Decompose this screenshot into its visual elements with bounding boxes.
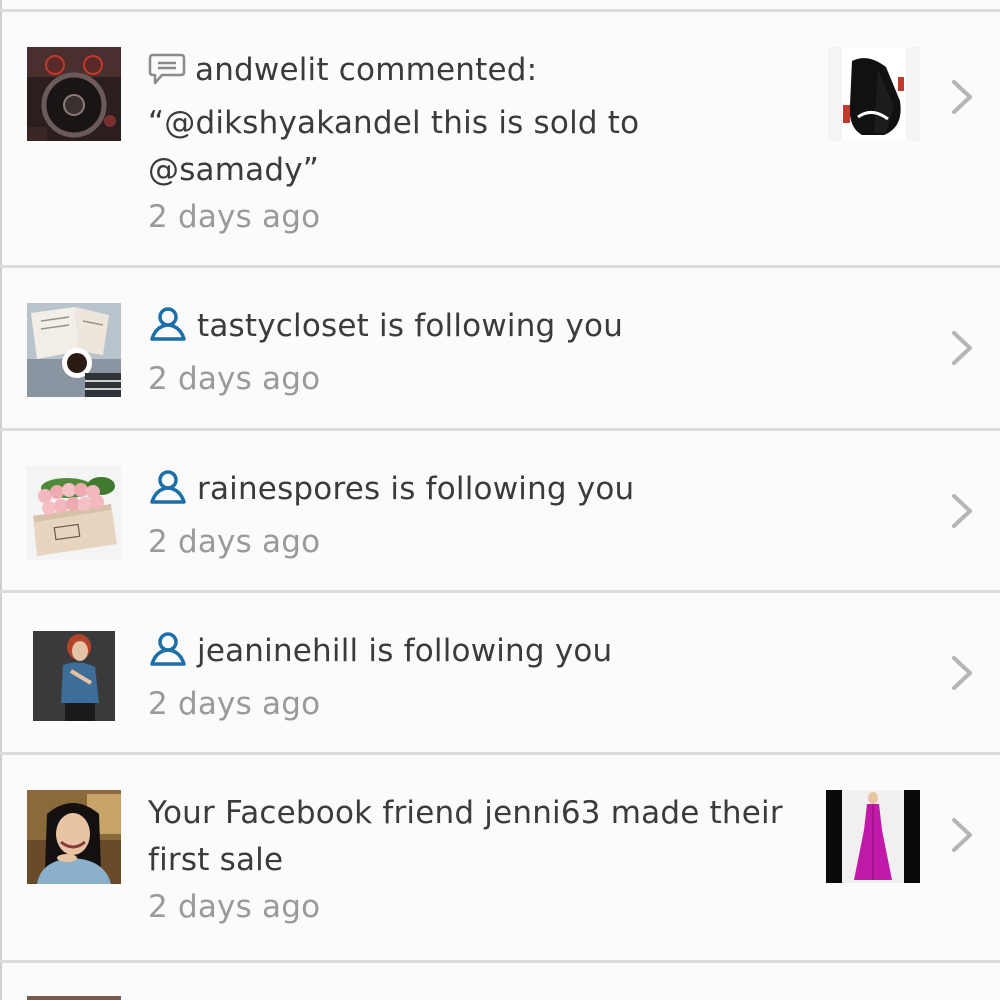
chevron-right-icon[interactable] [946, 653, 976, 693]
notification-text: andwelit commented: “@dikshyakandel this… [148, 47, 639, 241]
avatar[interactable] [33, 631, 115, 721]
follow-text: tastycloset is following you [197, 308, 624, 344]
sale-text-line: Your Facebook friend jenni63 made their [148, 795, 783, 831]
notification-line-1: jeaninehill is following you [148, 628, 612, 681]
chevron-right-icon[interactable] [946, 815, 976, 855]
comment-body-line: “@dikshyakandel this is sold to [148, 105, 640, 141]
follow-text: rainespores is following you [197, 471, 635, 507]
notification-row-sale[interactable]: Your Facebook friend jenni63 made their … [0, 755, 1000, 960]
activity-feed: andwelit commented: “@dikshyakandel this… [0, 0, 1000, 1000]
chevron-right-icon[interactable] [946, 491, 976, 531]
avatar[interactable] [27, 466, 121, 560]
notification-row-comment[interactable]: andwelit commented: “@dikshyakandel this… [0, 12, 1000, 265]
notification-text: rainespores is following you 2 days ago [148, 466, 634, 566]
timestamp: 2 days ago [148, 686, 321, 722]
avatar[interactable] [27, 790, 121, 884]
notification-row-follow[interactable]: rainespores is following you 2 days ago [0, 431, 1000, 590]
item-thumbnail[interactable] [826, 790, 920, 883]
timestamp: 2 days ago [148, 524, 321, 560]
item-thumbnail[interactable] [828, 47, 920, 141]
chevron-right-icon[interactable] [946, 328, 976, 368]
notification-text: Your Facebook friend jenni63 made their … [148, 790, 783, 931]
comment-header-text: andwelit commented: [195, 52, 538, 88]
timestamp: 2 days ago [148, 199, 321, 235]
comment-body-line: @samady” [148, 152, 320, 188]
avatar[interactable] [27, 996, 121, 1000]
notification-row-follow[interactable]: tastycloset is following you 2 days ago [0, 268, 1000, 428]
notification-text: tastycloset is following you 2 days ago [148, 303, 623, 403]
follow-text: jeaninehill is following you [197, 633, 613, 669]
avatar[interactable] [27, 303, 121, 397]
notification-line-1: tastycloset is following you [148, 303, 623, 356]
avatar-book-coffee-image [27, 303, 121, 397]
person-follow-icon [148, 631, 188, 681]
notification-row-partial[interactable] [0, 963, 1000, 1000]
notification-line-1: andwelit commented: [148, 47, 639, 100]
avatar-woman-smiling-image [27, 790, 121, 884]
pink-dress-thumbnail-image [826, 790, 920, 883]
timestamp: 2 days ago [148, 361, 321, 397]
comment-bubble-icon [148, 52, 186, 100]
person-follow-icon [148, 469, 188, 519]
avatar-car-interior-image [27, 47, 121, 141]
avatar-woman-portrait-image [33, 631, 115, 721]
notification-row-follow[interactable]: jeaninehill is following you 2 days ago [0, 593, 1000, 752]
chevron-right-icon[interactable] [946, 77, 976, 117]
notification-line-1: rainespores is following you [148, 466, 634, 519]
notification-text: jeaninehill is following you 2 days ago [148, 628, 612, 728]
sneaker-thumbnail-image [828, 47, 920, 141]
timestamp: 2 days ago [148, 889, 321, 925]
sale-text-line: first sale [148, 842, 284, 878]
avatar-flower-box-image [27, 466, 121, 560]
person-follow-icon [148, 306, 188, 356]
avatar[interactable] [27, 47, 121, 141]
